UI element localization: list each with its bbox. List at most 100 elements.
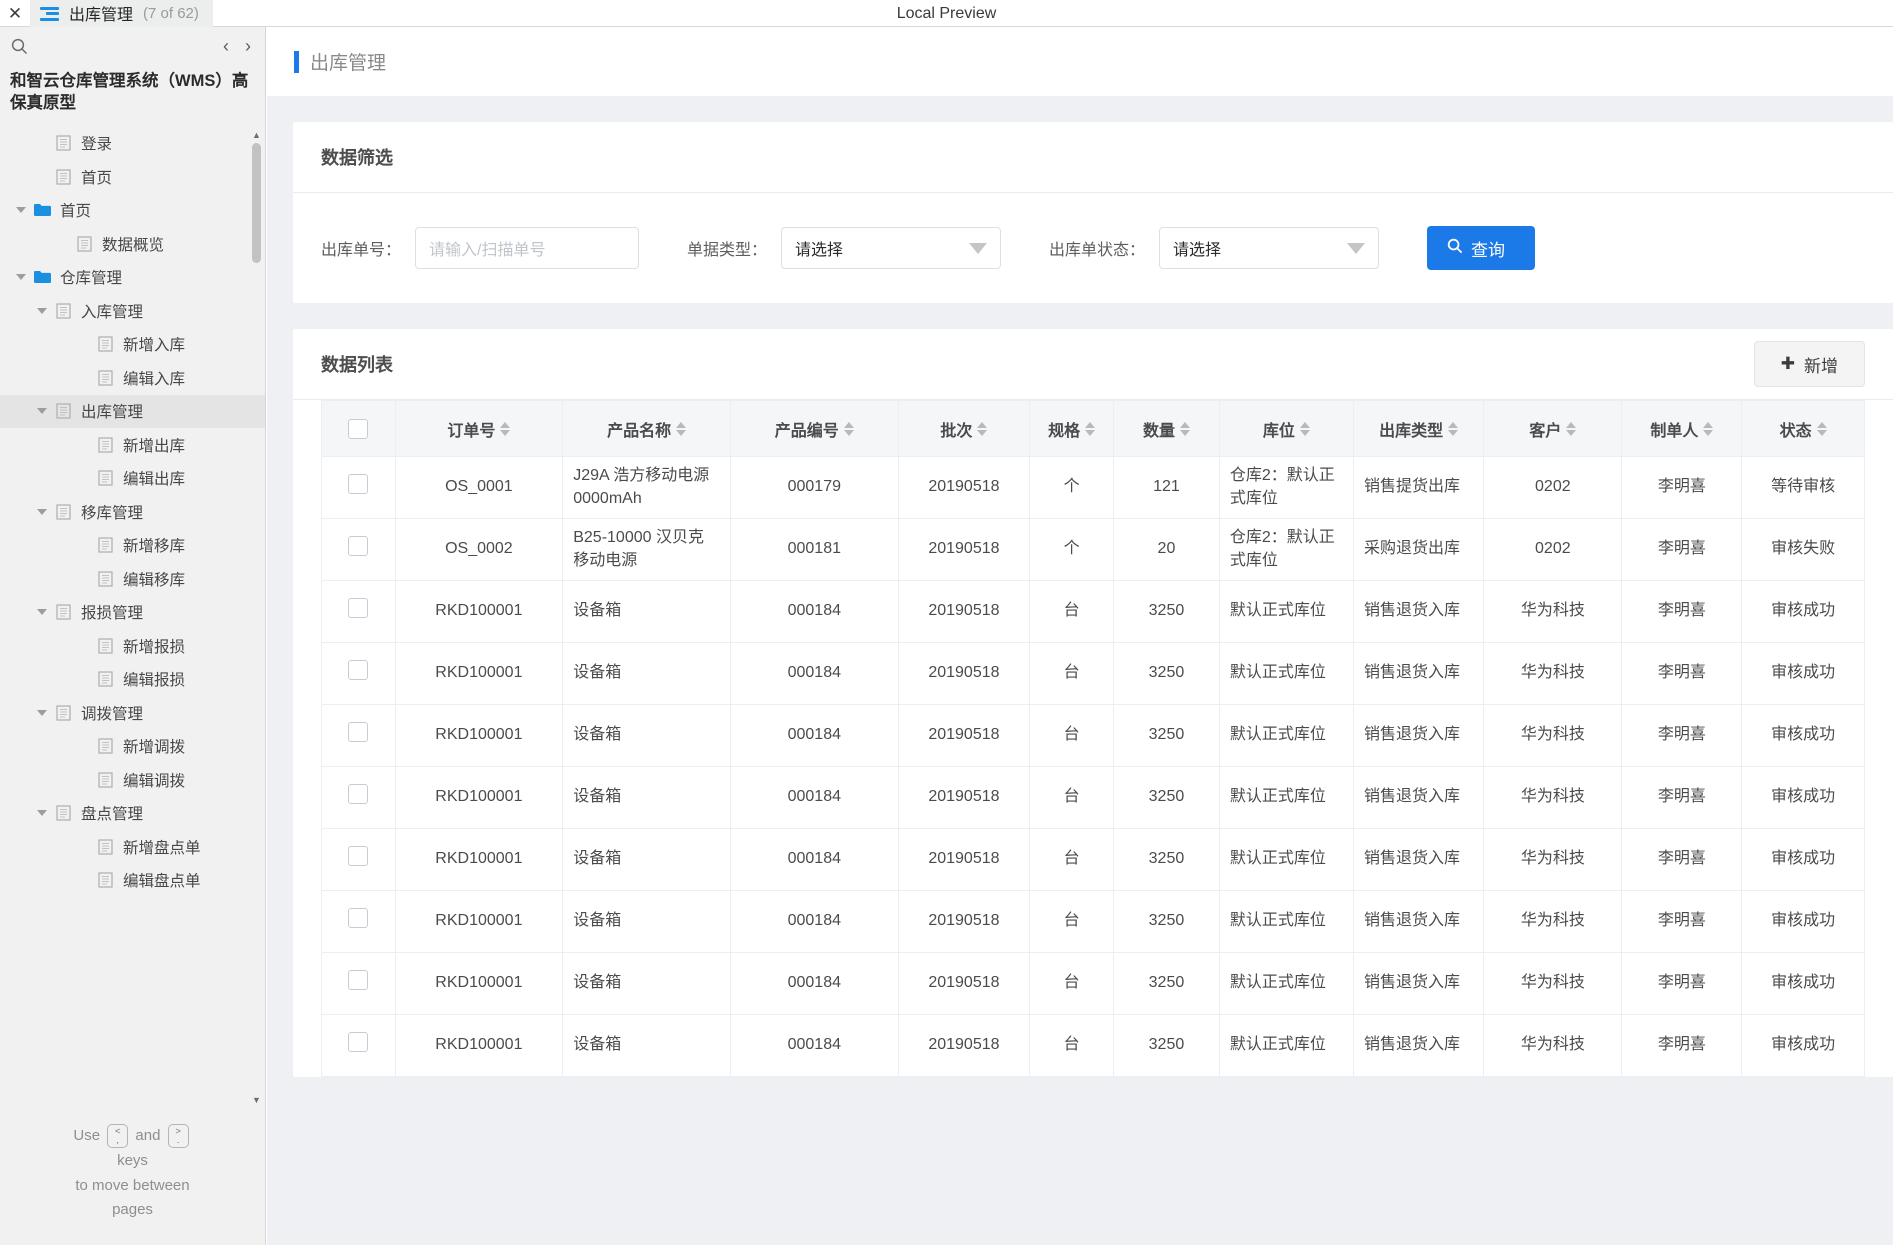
row-checkbox[interactable] <box>348 597 369 618</box>
table-row[interactable]: OS_0001 J29A 浩方移动电源 0000mAh 000179 20190518… <box>321 456 1865 519</box>
sidebar-item-12[interactable]: 移库管理 <box>0 495 265 529</box>
sort-toggle-icon[interactable] <box>1299 421 1310 436</box>
sidebar-item-13[interactable]: 新增移库 <box>0 529 265 563</box>
table-header-spec[interactable]: 规格 <box>1029 400 1115 457</box>
sidebar-item-17[interactable]: 编辑报损 <box>0 663 265 697</box>
sort-toggle-icon[interactable] <box>843 421 854 436</box>
row-select-cell[interactable] <box>321 952 396 1015</box>
table-header-qty[interactable]: 数量 <box>1113 400 1220 457</box>
sort-toggle-icon[interactable] <box>977 421 988 436</box>
sidebar-item-7[interactable]: 新增入库 <box>0 328 265 362</box>
table-row[interactable]: RKD100001 设备箱 000184 20190518 台 3250 默认正式库位 销售退… <box>321 766 1865 829</box>
row-select-cell[interactable] <box>321 1014 396 1077</box>
scroll-up-icon[interactable]: ▲ <box>251 129 262 141</box>
sidebar-item-22[interactable]: 新增盘点单 <box>0 830 265 864</box>
prev-page-icon[interactable]: ‹ <box>223 37 229 55</box>
doc-type-select[interactable]: 请选择 <box>781 227 1002 269</box>
table-header-status[interactable]: 状态 <box>1741 400 1865 457</box>
sidebar-item-23[interactable]: 编辑盘点单 <box>0 864 265 898</box>
preview-tab[interactable]: 出库管理 (7 of 62) <box>30 0 213 27</box>
row-select-cell[interactable] <box>321 704 396 767</box>
table-header-product_code[interactable]: 产品编号 <box>729 400 899 457</box>
scrollbar-thumb[interactable] <box>252 142 261 263</box>
row-checkbox[interactable] <box>348 783 369 804</box>
hamburger-icon[interactable] <box>40 6 59 21</box>
expand-caret-icon[interactable] <box>31 810 53 817</box>
sort-toggle-icon[interactable] <box>1703 421 1714 436</box>
row-checkbox[interactable] <box>348 473 369 494</box>
expand-caret-icon[interactable] <box>31 709 53 716</box>
row-select-cell[interactable] <box>321 766 396 829</box>
row-checkbox[interactable] <box>348 659 369 680</box>
expand-caret-icon[interactable] <box>31 508 53 515</box>
row-select-cell[interactable] <box>321 642 396 705</box>
sidebar-item-6[interactable]: 入库管理 <box>0 294 265 328</box>
sort-toggle-icon[interactable] <box>1448 421 1459 436</box>
select-all-checkbox[interactable] <box>348 418 369 439</box>
next-page-icon[interactable]: › <box>245 37 251 55</box>
row-select-cell[interactable] <box>321 456 396 519</box>
sort-toggle-icon[interactable] <box>1816 421 1827 436</box>
table-row[interactable]: OS_0002 B25-10000 汉贝克移动电源 000181 20190518 个 2… <box>321 518 1865 581</box>
sidebar-item-1[interactable]: 登录 <box>0 127 265 161</box>
row-select-cell[interactable] <box>321 890 396 953</box>
row-select-cell[interactable] <box>321 828 396 891</box>
sidebar-item-21[interactable]: 盘点管理 <box>0 797 265 831</box>
search-icon[interactable] <box>8 35 30 57</box>
sidebar-item-16[interactable]: 新增报损 <box>0 629 265 663</box>
row-checkbox[interactable] <box>348 969 369 990</box>
sort-toggle-icon[interactable] <box>1179 421 1190 436</box>
expand-caret-icon[interactable] <box>10 274 32 281</box>
row-select-cell[interactable] <box>321 518 396 581</box>
expand-caret-icon[interactable] <box>31 307 53 314</box>
sidebar-item-15[interactable]: 报损管理 <box>0 596 265 630</box>
table-header-batch[interactable]: 批次 <box>897 400 1031 457</box>
row-select-cell[interactable] <box>321 580 396 643</box>
table-row[interactable]: RKD100001 设备箱 000184 20190518 台 3250 默认正式库位 销售退… <box>321 642 1865 705</box>
sidebar-item-14[interactable]: 编辑移库 <box>0 562 265 596</box>
table-row[interactable]: RKD100001 设备箱 000184 20190518 台 3250 默认正式库位 销售退… <box>321 580 1865 643</box>
row-checkbox[interactable] <box>348 721 369 742</box>
table-row[interactable]: RKD100001 设备箱 000184 20190518 台 3250 默认正式库位 销售退… <box>321 952 1865 1015</box>
search-button[interactable]: 查询 <box>1427 226 1536 270</box>
sidebar-item-11[interactable]: 编辑出库 <box>0 462 265 496</box>
close-icon[interactable]: ✕ <box>0 0 30 27</box>
sort-toggle-icon[interactable] <box>500 421 511 436</box>
table-row[interactable]: RKD100001 设备箱 000184 20190518 台 3250 默认正式库位 销售退… <box>321 828 1865 891</box>
sidebar-item-8[interactable]: 编辑入库 <box>0 361 265 395</box>
row-checkbox[interactable] <box>348 845 369 866</box>
cell-product_code: 000179 <box>729 456 899 519</box>
table-header-maker[interactable]: 制单人 <box>1621 400 1743 457</box>
table-row[interactable]: RKD100001 设备箱 000184 20190518 台 3250 默认正式库位 销售退… <box>321 704 1865 767</box>
sidebar-item-20[interactable]: 编辑调拨 <box>0 763 265 797</box>
sidebar-item-4[interactable]: 数据概览 <box>0 227 265 261</box>
table-header-order_no[interactable]: 订单号 <box>394 400 564 457</box>
sidebar-item-3[interactable]: 首页 <box>0 194 265 228</box>
expand-caret-icon[interactable] <box>10 207 32 214</box>
sort-toggle-icon[interactable] <box>1085 421 1096 436</box>
table-header-location[interactable]: 库位 <box>1218 400 1355 457</box>
sort-toggle-icon[interactable] <box>676 421 687 436</box>
table-header-customer[interactable]: 客户 <box>1483 400 1623 457</box>
sidebar-item-9[interactable]: 出库管理 <box>0 394 265 429</box>
status-select[interactable]: 请选择 <box>1159 227 1380 269</box>
sidebar-item-2[interactable]: 首页 <box>0 160 265 194</box>
scroll-down-icon[interactable]: ▼ <box>251 1094 262 1106</box>
sidebar-item-18[interactable]: 调拨管理 <box>0 696 265 730</box>
sidebar-scrollbar[interactable]: ▲ ▼ <box>251 129 262 1106</box>
order-no-input[interactable]: 请输入/扫描单号 <box>415 227 640 269</box>
row-checkbox[interactable] <box>348 535 369 556</box>
sidebar-item-19[interactable]: 新增调拨 <box>0 730 265 764</box>
sidebar-item-10[interactable]: 新增出库 <box>0 428 265 462</box>
expand-caret-icon[interactable] <box>31 609 53 616</box>
table-header-out_type[interactable]: 出库类型 <box>1353 400 1485 457</box>
table-header-product_name[interactable]: 产品名称 <box>562 400 731 457</box>
table-row[interactable]: RKD100001 设备箱 000184 20190518 台 3250 默认正式库位 销售退… <box>321 1014 1865 1077</box>
row-checkbox[interactable] <box>348 1031 369 1052</box>
row-checkbox[interactable] <box>348 907 369 928</box>
expand-caret-icon[interactable] <box>31 408 53 415</box>
table-row[interactable]: RKD100001 设备箱 000184 20190518 台 3250 默认正式库位 销售退… <box>321 890 1865 953</box>
sort-toggle-icon[interactable] <box>1566 421 1577 436</box>
add-button[interactable]: ✚ 新增 <box>1753 341 1865 387</box>
sidebar-item-5[interactable]: 仓库管理 <box>0 261 265 295</box>
